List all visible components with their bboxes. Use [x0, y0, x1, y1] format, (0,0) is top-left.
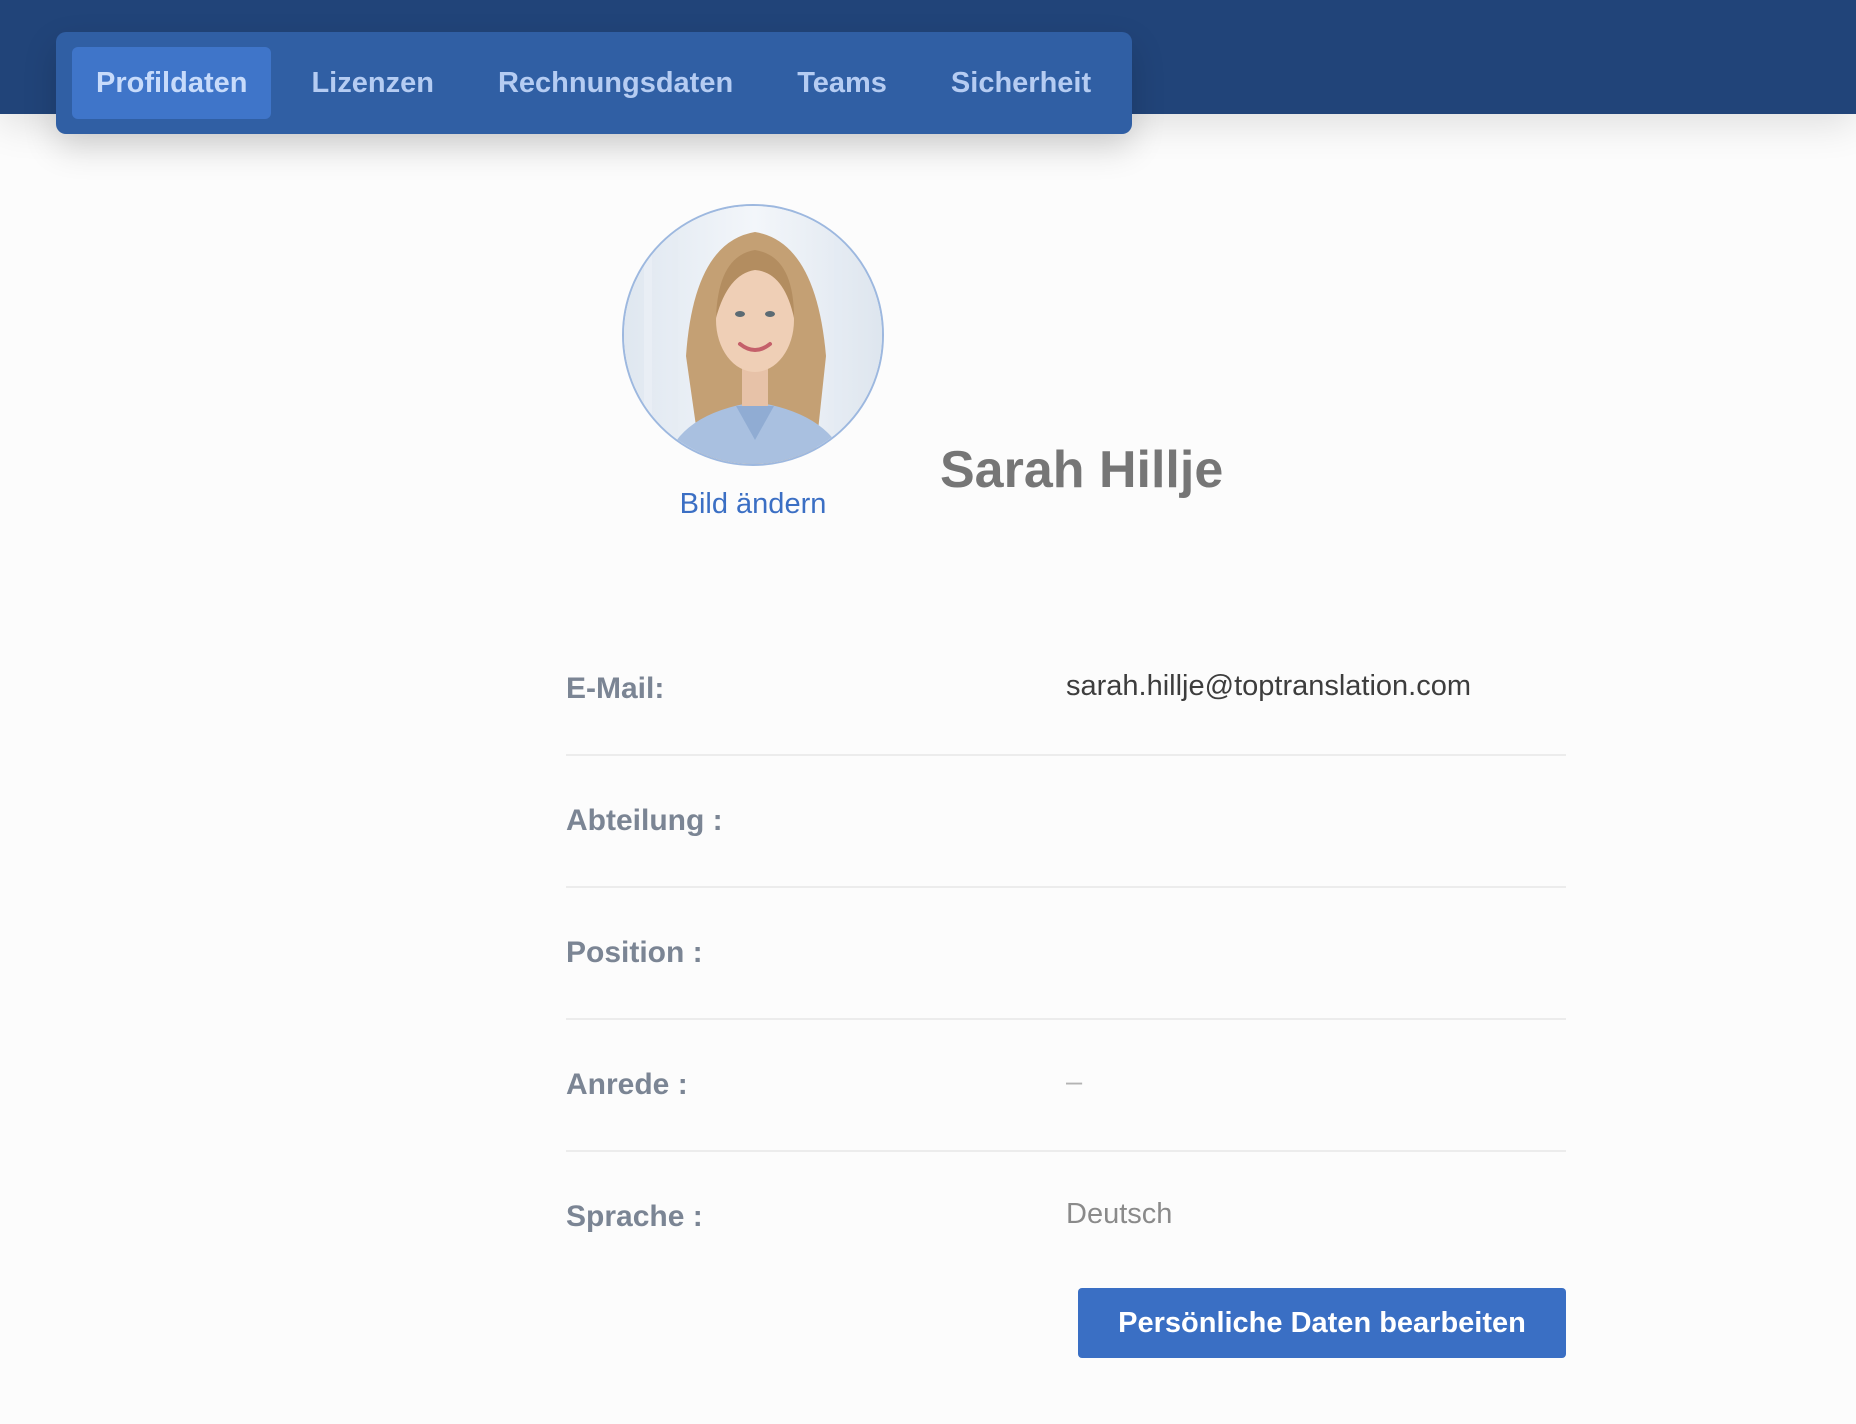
tab-profildaten[interactable]: Profildaten	[72, 47, 272, 119]
profile-avatar[interactable]	[622, 204, 884, 466]
tab-sicherheit[interactable]: Sicherheit	[927, 47, 1115, 119]
field-row-language: Sprache : Deutsch	[566, 1152, 1566, 1284]
field-label-language: Sprache :	[566, 1200, 703, 1233]
tab-rechnungsdaten[interactable]: Rechnungsdaten	[474, 47, 757, 119]
avatar-portrait-image	[624, 206, 882, 464]
field-row-salutation: Anrede : –	[566, 1020, 1566, 1152]
field-label-email: E-Mail:	[566, 672, 665, 705]
field-label-salutation: Anrede :	[566, 1068, 688, 1101]
field-value-email: sarah.hillje@toptranslation.com	[1066, 670, 1472, 702]
field-value-language: Deutsch	[1066, 1198, 1173, 1230]
field-value-salutation: –	[1066, 1066, 1083, 1098]
change-picture-link[interactable]: Bild ändern	[622, 488, 884, 521]
field-row-department: Abteilung :	[566, 756, 1566, 888]
edit-personal-data-button[interactable]: Persönliche Daten bearbeiten	[1078, 1288, 1566, 1358]
field-row-email: E-Mail: sarah.hillje@toptranslation.com	[566, 624, 1566, 756]
tab-teams[interactable]: Teams	[773, 47, 911, 119]
profile-fields: E-Mail: sarah.hillje@toptranslation.com …	[566, 624, 1566, 1284]
profile-tab-bar: Profildaten Lizenzen Rechnungsdaten Team…	[56, 32, 1132, 134]
field-label-position: Position :	[566, 936, 703, 969]
tab-lizenzen[interactable]: Lizenzen	[287, 47, 457, 119]
field-row-position: Position :	[566, 888, 1566, 1020]
profile-name: Sarah Hillje	[940, 441, 1224, 499]
field-label-department: Abteilung :	[566, 804, 723, 837]
